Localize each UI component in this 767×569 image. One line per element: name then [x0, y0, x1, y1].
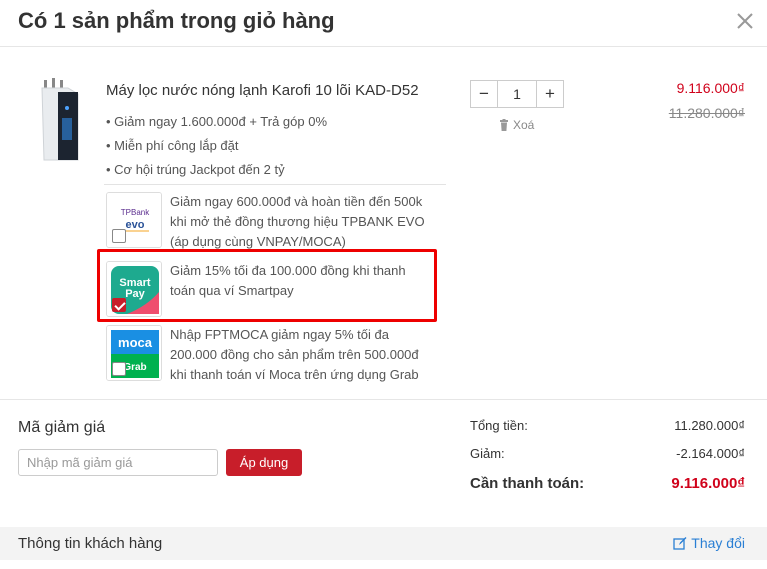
- customer-info-title: Thông tin khách hàng: [18, 535, 163, 552]
- product-name[interactable]: Máy lọc nước nóng lạnh Karofi 10 lõi KAD…: [106, 82, 419, 99]
- increase-quantity-button[interactable]: +: [536, 81, 563, 107]
- selected-offer-highlight: [97, 249, 437, 322]
- section-divider: [0, 399, 767, 400]
- promo-line: Miễn phí công lắp đặt: [106, 138, 238, 153]
- offer-text: Giảm ngay 600.000đ và hoàn tiền đến 500k…: [170, 194, 425, 249]
- decrease-quantity-button[interactable]: −: [471, 81, 498, 107]
- trash-icon: [500, 119, 508, 131]
- svg-text:evo: evo: [126, 219, 145, 231]
- apply-coupon-button[interactable]: Áp dụng: [226, 449, 302, 476]
- modal-header: Có 1 sản phẩm trong giỏ hàng: [0, 0, 767, 47]
- subtotal-label: Tổng tiền:: [470, 418, 528, 433]
- product-image: [41, 78, 79, 161]
- offer-text: Nhập FPTMOCA giảm ngay 5% tối đa 200.000…: [170, 327, 419, 382]
- coupon-input[interactable]: [18, 449, 218, 476]
- edit-customer-link[interactable]: Thay đổi: [673, 535, 745, 551]
- item-price: 9.116.000₫: [676, 80, 745, 96]
- discount-value: -2.164.000₫: [676, 446, 745, 461]
- edit-label: Thay đổi: [691, 535, 745, 551]
- total-value: 9.116.000₫: [671, 475, 745, 492]
- offer-checkbox[interactable]: [112, 362, 126, 376]
- close-icon[interactable]: [735, 9, 755, 33]
- subtotal-value: 11.280.000₫: [674, 418, 745, 433]
- tpbank-logo: TPBank evo: [106, 192, 162, 248]
- quantity-stepper: − 1 +: [470, 80, 564, 108]
- customer-info-bar: Thông tin khách hàng Thay đổi: [0, 527, 767, 560]
- edit-icon: [673, 537, 687, 550]
- svg-text:TPBank: TPBank: [121, 208, 150, 217]
- item-old-price: 11.280.000₫: [668, 105, 745, 121]
- total-label: Cần thanh toán:: [470, 475, 585, 492]
- delete-label: Xoá: [513, 118, 535, 132]
- offer-checkbox[interactable]: [112, 229, 126, 243]
- delete-item-button[interactable]: Xoá: [499, 118, 534, 132]
- discount-label: Giảm:: [470, 446, 505, 461]
- quantity-value[interactable]: 1: [498, 81, 536, 107]
- svg-text:Grab: Grab: [123, 362, 146, 373]
- promo-line: Cơ hội trúng Jackpot đến 2 tỷ: [106, 162, 284, 177]
- divider: [104, 184, 446, 185]
- moca-logo: moca Grab: [106, 325, 162, 381]
- coupon-title: Mã giảm giá: [18, 419, 106, 436]
- svg-text:moca: moca: [118, 335, 153, 350]
- modal-title: Có 1 sản phẩm trong giỏ hàng: [18, 8, 335, 33]
- cart-item: Máy lọc nước nóng lạnh Karofi 10 lõi KAD…: [0, 48, 767, 399]
- promo-line: Giảm ngay 1.600.000đ + Trả góp 0%: [106, 114, 327, 129]
